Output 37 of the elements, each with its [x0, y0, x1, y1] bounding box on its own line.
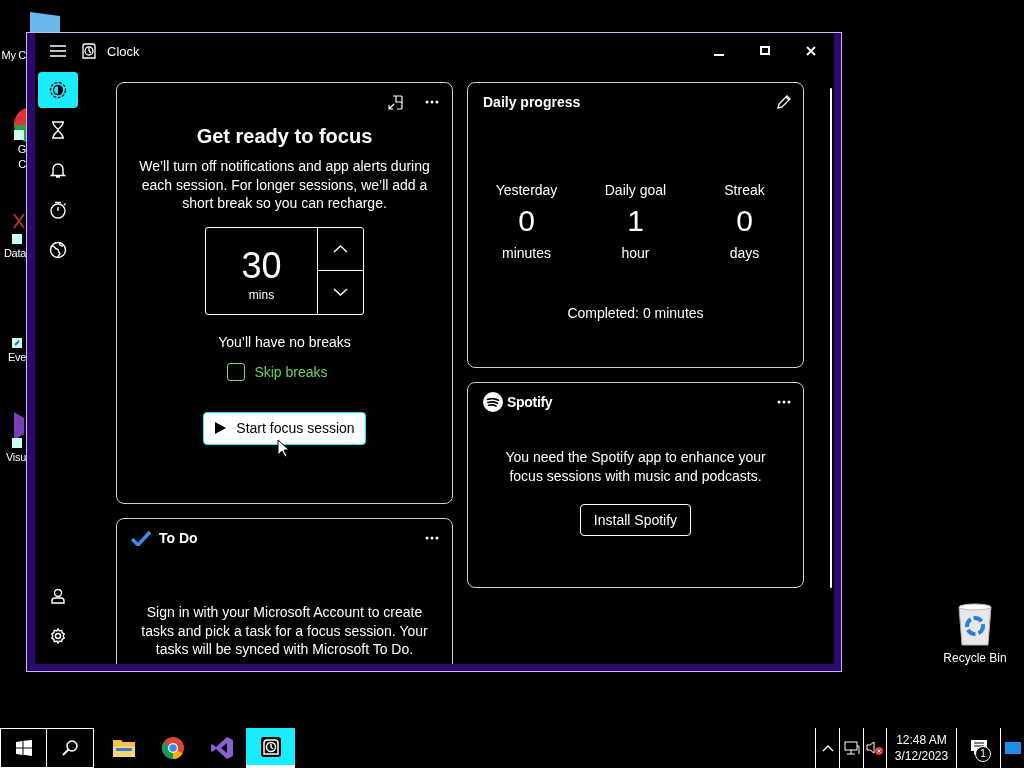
start-button[interactable]: Start focus session	[203, 411, 366, 445]
breaks-info: You’ll have no breaks	[218, 333, 351, 350]
icon-label: Recycle Bin	[943, 651, 1007, 665]
message: You need the Spotify app to enhance your focus sessions with music and podcasts.	[504, 448, 767, 485]
card-title: Daily progress	[483, 94, 581, 110]
stat-value: 1	[627, 203, 644, 239]
date-text: 3/12/2023	[894, 748, 949, 764]
sign-in-message: Sign in with your Microsoft Account to create tasks and pick a task for a focus session. Your tasks will be synced with Microsoft To Do.	[140, 603, 429, 659]
duration-value: 30	[241, 245, 282, 286]
brand-name: Spotify	[507, 394, 553, 410]
clock-button[interactable]: 12:48 AM 3/12/2023	[886, 728, 956, 768]
icon-label: C	[17, 157, 26, 172]
stat-value: 0	[518, 203, 535, 239]
duration-unit: mins	[248, 287, 275, 302]
stat-label: Yesterday	[495, 182, 558, 198]
stat-label: Streak	[724, 182, 765, 198]
stat-label: Daily goal	[604, 182, 667, 198]
card-title: Get ready to focus	[196, 125, 373, 148]
icon-label: My C	[0, 48, 26, 63]
icon-label: Data	[2, 246, 26, 261]
stat-unit: days	[729, 245, 760, 261]
notification-count: 1	[975, 746, 991, 762]
time-text: 12:48 AM	[896, 732, 947, 748]
install-button[interactable]: Install Spotify	[579, 504, 692, 536]
description: We’ll turn off notifications and app alerts during each session. For longer sessions, we’ll add a short break so you can recharge.	[138, 157, 431, 213]
stat-unit: hour	[621, 245, 650, 261]
duration-picker[interactable]: 30 mins	[205, 226, 364, 315]
window-title: Clock	[107, 43, 140, 59]
checkbox-label[interactable]: Skip breaks	[254, 363, 328, 380]
stat-value: 0	[736, 203, 753, 239]
notifications-button[interactable]: 1	[956, 728, 1000, 768]
icon-label: Visu	[5, 450, 26, 465]
stat-unit: minutes	[502, 245, 551, 261]
icon-label: Eve	[6, 350, 26, 365]
card-title: To Do	[159, 530, 198, 546]
completed-text: Completed: 0 minutes	[566, 305, 705, 321]
icon-label: G	[16, 142, 26, 157]
